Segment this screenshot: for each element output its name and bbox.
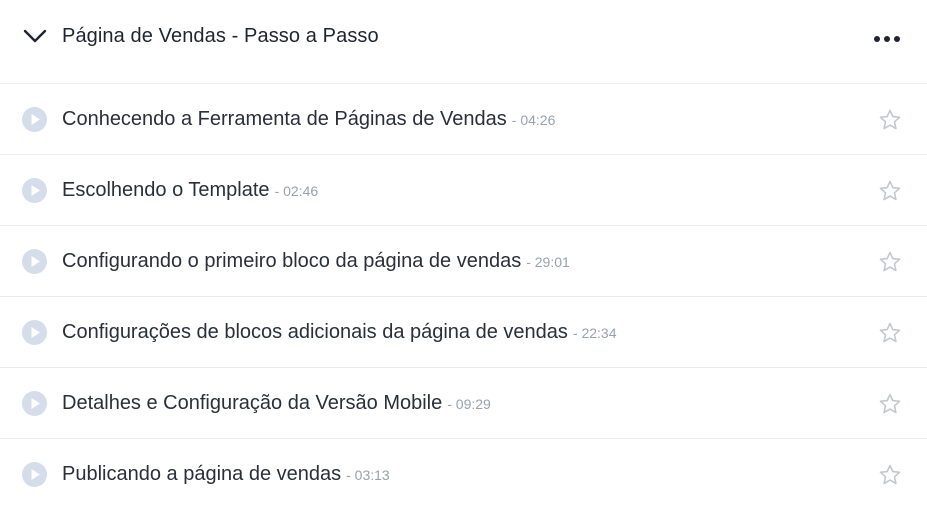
play-icon[interactable]: [22, 320, 47, 345]
lesson-list: Conhecendo a Ferramenta de Páginas de Ve…: [0, 84, 927, 507]
lesson-duration: - 09:29: [447, 396, 491, 412]
star-icon[interactable]: [878, 179, 902, 203]
lesson-row[interactable]: Conhecendo a Ferramenta de Páginas de Ve…: [0, 84, 927, 155]
lesson-title[interactable]: Conhecendo a Ferramenta de Páginas de Ve…: [62, 108, 507, 130]
lesson-row[interactable]: Configurações de blocos adicionais da pá…: [0, 297, 927, 368]
play-icon[interactable]: [22, 107, 47, 132]
lesson-row[interactable]: Configurando o primeiro bloco da página …: [0, 226, 927, 297]
lesson-text: Escolhendo o Template - 02:46: [62, 177, 318, 205]
lesson-row[interactable]: Detalhes e Configuração da Versão Mobile…: [0, 368, 927, 439]
lesson-text: Configurando o primeiro bloco da página …: [62, 248, 570, 276]
lesson-text: Configurações de blocos adicionais da pá…: [62, 319, 617, 347]
play-icon[interactable]: [22, 178, 47, 203]
lesson-title[interactable]: Detalhes e Configuração da Versão Mobile: [62, 392, 442, 414]
module-title: Página de Vendas - Passo a Passo: [62, 25, 379, 47]
star-icon[interactable]: [878, 392, 902, 416]
lesson-duration: - 22:34: [572, 325, 617, 341]
lesson-title[interactable]: Escolhendo o Template: [62, 179, 270, 201]
lesson-duration: - 03:13: [346, 467, 390, 483]
lesson-duration: - 02:46: [274, 183, 319, 199]
star-icon[interactable]: [878, 321, 902, 345]
star-icon[interactable]: [878, 250, 902, 274]
play-icon[interactable]: [22, 249, 47, 274]
chevron-down-icon[interactable]: [22, 26, 48, 46]
lesson-title[interactable]: Configurando o primeiro bloco da página …: [62, 250, 521, 272]
lesson-text: Detalhes e Configuração da Versão Mobile…: [62, 390, 491, 418]
lesson-text: Conhecendo a Ferramenta de Páginas de Ve…: [62, 106, 555, 134]
star-icon[interactable]: [878, 463, 902, 487]
lesson-row[interactable]: Publicando a página de vendas - 03:13: [0, 439, 927, 507]
lesson-title[interactable]: Configurações de blocos adicionais da pá…: [62, 321, 568, 343]
lesson-duration: - 29:01: [526, 254, 570, 270]
lesson-text: Publicando a página de vendas - 03:13: [62, 461, 390, 489]
play-icon[interactable]: [22, 391, 47, 416]
play-icon[interactable]: [22, 462, 47, 487]
more-options-icon[interactable]: [872, 32, 902, 46]
module-header[interactable]: Página de Vendas - Passo a Passo: [0, 0, 927, 84]
lesson-duration: - 04:26: [511, 112, 556, 128]
lesson-title[interactable]: Publicando a página de vendas: [62, 463, 341, 485]
lesson-row[interactable]: Escolhendo o Template - 02:46: [0, 155, 927, 226]
star-icon[interactable]: [878, 108, 902, 132]
module-panel: Página de Vendas - Passo a Passo Conhece…: [0, 0, 927, 507]
